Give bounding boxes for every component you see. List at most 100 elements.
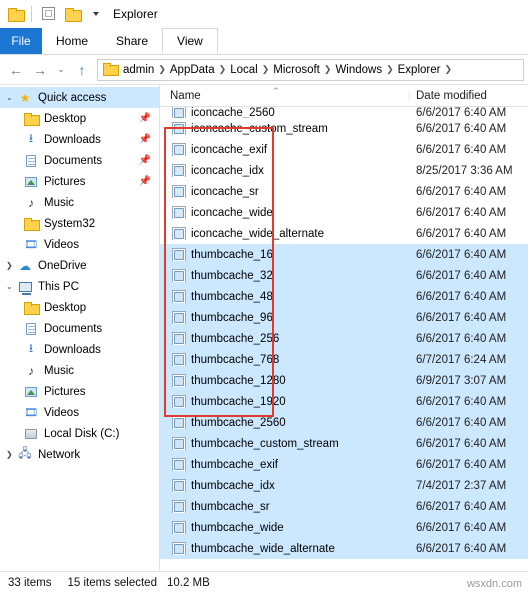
breadcrumb-local[interactable]: Local xyxy=(228,64,260,76)
file-list-pane: Name ⌃ Date modified iconcache_2560 6/6/… xyxy=(160,85,528,571)
chevron-right-icon[interactable]: ❯ xyxy=(6,261,14,270)
forward-arrow-icon[interactable]: → xyxy=(28,58,52,82)
file-date: 6/7/2017 6:24 AM xyxy=(416,353,507,366)
chevron-right-icon[interactable]: ❯ xyxy=(219,64,227,75)
save-icon[interactable] xyxy=(37,3,59,25)
database-file-icon xyxy=(170,290,186,303)
database-file-icon xyxy=(170,500,186,513)
table-row[interactable]: thumbcache_96 6/6/2017 6:40 AM xyxy=(160,307,528,328)
customize-caret-icon[interactable] xyxy=(85,3,107,25)
folder-icon[interactable] xyxy=(4,3,26,25)
table-row[interactable]: thumbcache_768 6/7/2017 6:24 AM xyxy=(160,349,528,370)
sidebar-item-documents[interactable]: Documents 📌 xyxy=(0,150,159,171)
file-date: 6/6/2017 6:40 AM xyxy=(416,107,507,118)
table-row[interactable]: thumbcache_256 6/6/2017 6:40 AM xyxy=(160,328,528,349)
column-header-date-label: Date modified xyxy=(416,89,487,102)
tab-share[interactable]: Share xyxy=(102,28,162,54)
sidebar-item-this-pc-desktop[interactable]: Desktop xyxy=(0,297,159,318)
file-name: iconcache_custom_stream xyxy=(191,122,328,135)
table-row[interactable]: thumbcache_wide 6/6/2017 6:40 AM xyxy=(160,517,528,538)
tab-file[interactable]: File xyxy=(0,28,42,54)
file-date: 6/6/2017 6:40 AM xyxy=(416,395,507,408)
folder-icon xyxy=(22,113,40,126)
table-row[interactable]: thumbcache_2560 6/6/2017 6:40 AM xyxy=(160,412,528,433)
address-bar[interactable]: admin ❯ AppData ❯ Local ❯ Microsoft ❯ Wi… xyxy=(97,58,524,81)
sidebar-item-label: Music xyxy=(44,196,75,209)
breadcrumb-admin[interactable]: admin xyxy=(121,64,156,76)
file-date: 6/6/2017 6:40 AM xyxy=(416,500,507,513)
file-date: 6/9/2017 3:07 AM xyxy=(416,374,507,387)
table-row[interactable]: iconcache_2560 6/6/2017 6:40 AM xyxy=(160,107,528,118)
sidebar-item-this-pc-documents[interactable]: Documents xyxy=(0,318,159,339)
chevron-down-icon[interactable]: ⌄ xyxy=(6,93,14,102)
chevron-right-icon[interactable]: ❯ xyxy=(158,64,166,75)
column-header-date-modified[interactable]: Date modified xyxy=(410,90,528,102)
table-row[interactable]: thumbcache_custom_stream 6/6/2017 6:40 A… xyxy=(160,433,528,454)
sidebar-item-label: Pictures xyxy=(44,175,86,188)
chevron-right-icon[interactable]: ❯ xyxy=(262,64,270,75)
table-row[interactable]: thumbcache_sr 6/6/2017 6:40 AM xyxy=(160,496,528,517)
breadcrumb-microsoft[interactable]: Microsoft xyxy=(271,64,322,76)
table-row[interactable]: thumbcache_exif 6/6/2017 6:40 AM xyxy=(160,454,528,475)
sidebar-item-onedrive[interactable]: ❯ ☁ OneDrive xyxy=(0,255,159,276)
sidebar-item-local-disk-c[interactable]: Local Disk (C:) xyxy=(0,423,159,444)
sidebar-item-pictures[interactable]: Pictures 📌 xyxy=(0,171,159,192)
table-row[interactable]: iconcache_exif 6/6/2017 6:40 AM xyxy=(160,139,528,160)
folder-icon xyxy=(22,218,40,231)
table-row[interactable]: thumbcache_32 6/6/2017 6:40 AM xyxy=(160,265,528,286)
table-row[interactable]: thumbcache_1920 6/6/2017 6:40 AM xyxy=(160,391,528,412)
up-arrow-icon[interactable]: ↑ xyxy=(70,58,94,82)
sidebar-item-desktop[interactable]: Desktop 📌 xyxy=(0,108,159,129)
file-date: 6/6/2017 6:40 AM xyxy=(416,332,507,345)
table-row[interactable]: thumbcache_1280 6/9/2017 3:07 AM xyxy=(160,370,528,391)
table-row[interactable]: iconcache_wide 6/6/2017 6:40 AM xyxy=(160,202,528,223)
chevron-right-icon[interactable]: ❯ xyxy=(444,64,452,75)
folder-icon[interactable] xyxy=(61,3,83,25)
breadcrumb-windows[interactable]: Windows xyxy=(333,64,384,76)
back-arrow-icon[interactable]: ← xyxy=(4,58,28,82)
file-name: iconcache_wide_alternate xyxy=(191,227,324,240)
sidebar-item-label: Downloads xyxy=(44,133,101,146)
database-file-icon xyxy=(170,437,186,450)
sidebar-item-quick-access[interactable]: ⌄ ★ Quick access xyxy=(0,87,159,108)
table-row[interactable]: iconcache_sr 6/6/2017 6:40 AM xyxy=(160,181,528,202)
chevron-right-icon[interactable]: ❯ xyxy=(386,64,394,75)
pin-icon[interactable]: 📌 xyxy=(139,176,151,187)
chevron-right-icon[interactable]: ❯ xyxy=(324,64,332,75)
pin-icon[interactable]: 📌 xyxy=(139,134,151,145)
sidebar-item-videos[interactable]: 🎞 Videos xyxy=(0,234,159,255)
sidebar-item-downloads[interactable]: ⭳ Downloads 📌 xyxy=(0,129,159,150)
table-row[interactable]: iconcache_custom_stream 6/6/2017 6:40 AM xyxy=(160,118,528,139)
sidebar-item-network[interactable]: ❯ 🖧 Network xyxy=(0,444,159,465)
tab-view[interactable]: View xyxy=(162,28,218,54)
sidebar-item-system32[interactable]: System32 xyxy=(0,213,159,234)
sidebar-item-this-pc-pictures[interactable]: Pictures xyxy=(0,381,159,402)
file-name: thumbcache_16 xyxy=(191,248,273,261)
chevron-down-icon[interactable]: ⌄ xyxy=(6,282,14,291)
sidebar-item-this-pc[interactable]: ⌄ This PC xyxy=(0,276,159,297)
sidebar-item-label: Network xyxy=(38,448,81,461)
sidebar-item-music[interactable]: ♪ Music xyxy=(0,192,159,213)
recent-locations-chevron-down-icon[interactable]: ⌄ xyxy=(52,58,70,82)
table-row[interactable]: thumbcache_wide_alternate 6/6/2017 6:40 … xyxy=(160,538,528,559)
sidebar-item-this-pc-music[interactable]: ♪ Music xyxy=(0,360,159,381)
column-header: Name ⌃ Date modified xyxy=(160,85,528,107)
file-name: iconcache_2560 xyxy=(191,107,275,118)
sidebar-item-this-pc-downloads[interactable]: ⭳ Downloads xyxy=(0,339,159,360)
file-date: 6/6/2017 6:40 AM xyxy=(416,227,507,240)
table-row[interactable]: iconcache_idx 8/25/2017 3:36 AM xyxy=(160,160,528,181)
table-row[interactable]: thumbcache_48 6/6/2017 6:40 AM xyxy=(160,286,528,307)
database-file-icon xyxy=(170,248,186,261)
column-header-name[interactable]: Name ⌃ xyxy=(160,86,410,102)
ribbon-tabs: File Home Share View xyxy=(0,28,528,55)
chevron-right-icon[interactable]: ❯ xyxy=(6,450,14,459)
breadcrumb-appdata[interactable]: AppData xyxy=(168,64,217,76)
sidebar-item-this-pc-videos[interactable]: 🎞 Videos xyxy=(0,402,159,423)
tab-home[interactable]: Home xyxy=(42,28,102,54)
breadcrumb-explorer[interactable]: Explorer xyxy=(396,64,443,76)
pin-icon[interactable]: 📌 xyxy=(139,113,151,124)
table-row[interactable]: iconcache_wide_alternate 6/6/2017 6:40 A… xyxy=(160,223,528,244)
pin-icon[interactable]: 📌 xyxy=(139,155,151,166)
table-row[interactable]: thumbcache_16 6/6/2017 6:40 AM xyxy=(160,244,528,265)
table-row[interactable]: thumbcache_idx 7/4/2017 2:37 AM xyxy=(160,475,528,496)
